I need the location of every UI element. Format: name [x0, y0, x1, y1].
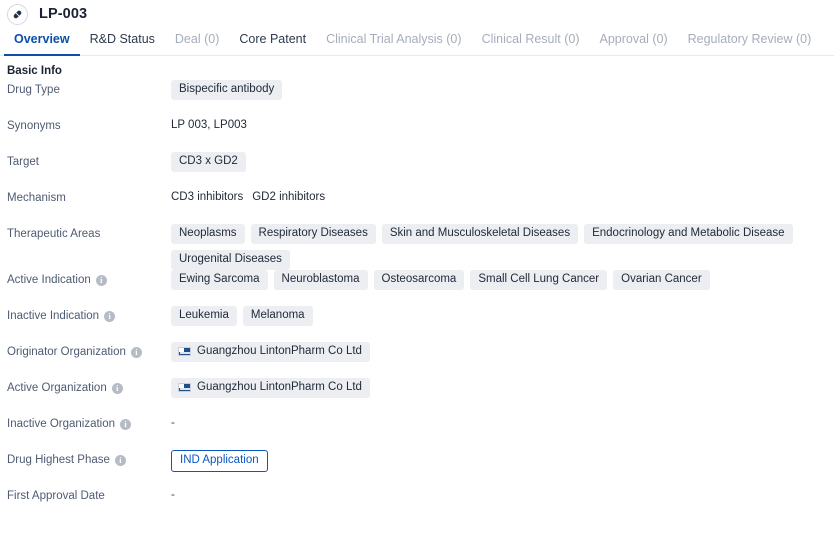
tag-therapeutic-area[interactable]: Neoplasms: [171, 224, 245, 244]
row-drug-highest-phase: Drug Highest Phase i IND Application: [0, 450, 834, 486]
value-active-indication: Ewing Sarcoma Neuroblastoma Osteosarcoma…: [171, 270, 834, 290]
label-text: Inactive Organization: [7, 418, 116, 430]
section-title-basic-info: Basic Info: [7, 65, 62, 77]
label-text: Active Organization: [7, 382, 107, 394]
label-text: First Approval Date: [7, 490, 105, 502]
label-therapeutic-areas: Therapeutic Areas: [7, 224, 171, 241]
tag-active-indication[interactable]: Neuroblastoma: [273, 270, 368, 290]
tab-approval[interactable]: Approval (0): [590, 28, 678, 55]
inactive-organization-text: -: [171, 417, 175, 429]
row-inactive-indication: Inactive Indication i Leukemia Melanoma: [0, 306, 834, 342]
info-icon[interactable]: i: [104, 310, 116, 322]
value-therapeutic-areas: Neoplasms Respiratory Diseases Skin and …: [171, 224, 834, 270]
row-drug-type: Drug Type Bispecific antibody: [0, 80, 834, 116]
tag-active-indication[interactable]: Osteosarcoma: [373, 270, 465, 290]
row-therapeutic-areas: Therapeutic Areas Neoplasms Respiratory …: [0, 224, 834, 270]
value-inactive-indication: Leukemia Melanoma: [171, 306, 834, 326]
value-active-organization: Guangzhou LintonPharm Co Ltd: [171, 378, 834, 398]
row-target: Target CD3 x GD2: [0, 152, 834, 188]
label-text: Synonyms: [7, 120, 61, 132]
tag-therapeutic-area[interactable]: Skin and Musculoskeletal Diseases: [381, 224, 579, 244]
mechanism-list: CD3 inhibitors GD2 inhibitors: [171, 189, 325, 205]
status-badge-ind-application[interactable]: IND Application: [171, 450, 268, 472]
tag-therapeutic-area[interactable]: Endocrinology and Metabolic Disease: [584, 224, 793, 244]
tab-clinical-trial-analysis[interactable]: Clinical Trial Analysis (0): [316, 28, 471, 55]
tab-regulatory-review[interactable]: Regulatory Review (0): [678, 28, 822, 55]
label-text: Target: [7, 156, 39, 168]
label-target: Target: [7, 152, 171, 169]
label-active-organization: Active Organization i: [7, 378, 171, 395]
label-text: Drug Type: [7, 84, 60, 96]
value-mechanism: CD3 inhibitors GD2 inhibitors: [171, 188, 834, 206]
label-active-indication: Active Indication i: [7, 270, 171, 287]
row-mechanism: Mechanism CD3 inhibitors GD2 inhibitors: [0, 188, 834, 224]
tag-inactive-indication[interactable]: Melanoma: [242, 306, 313, 326]
page-title: LP-003: [39, 6, 88, 22]
tag-active-organization[interactable]: Guangzhou LintonPharm Co Ltd: [171, 378, 370, 398]
label-drug-highest-phase: Drug Highest Phase i: [7, 450, 171, 467]
info-icon[interactable]: i: [130, 346, 142, 358]
overview-content: Basic Info Drug Type Bispecific antibody…: [0, 56, 834, 522]
tab-overview[interactable]: Overview: [4, 28, 80, 56]
row-active-organization: Active Organization i Guangzhou LintonPh…: [0, 378, 834, 414]
pill-capsule-icon: [7, 3, 28, 25]
label-inactive-indication: Inactive Indication i: [7, 306, 171, 323]
tag-inactive-indication[interactable]: Leukemia: [171, 306, 237, 326]
tab-core-patent[interactable]: Core Patent: [229, 28, 316, 55]
tag-active-indication[interactable]: Ewing Sarcoma: [171, 270, 268, 290]
mechanism-item[interactable]: GD2 inhibitors: [252, 189, 325, 205]
row-first-approval-date: First Approval Date -: [0, 486, 834, 522]
label-first-approval-date: First Approval Date: [7, 486, 171, 503]
value-originator-organization: Guangzhou LintonPharm Co Ltd: [171, 342, 834, 362]
info-icon[interactable]: i: [95, 274, 107, 286]
organization-name: Guangzhou LintonPharm Co Ltd: [197, 381, 362, 393]
value-target: CD3 x GD2: [171, 152, 834, 172]
tag-active-indication[interactable]: Small Cell Lung Cancer: [470, 270, 608, 290]
first-approval-date-text: -: [171, 489, 175, 501]
info-icon[interactable]: i: [120, 418, 132, 430]
china-flag-icon: [178, 383, 191, 392]
label-text: Mechanism: [7, 192, 66, 204]
value-synonyms: LP 003, LP003: [171, 116, 834, 134]
tab-bar: Overview R&D Status Deal (0) Core Patent…: [0, 28, 834, 56]
label-text: Drug Highest Phase: [7, 454, 110, 466]
tab-deal[interactable]: Deal (0): [165, 28, 229, 55]
tag-therapeutic-area[interactable]: Urogenital Diseases: [171, 250, 290, 270]
info-icon[interactable]: i: [114, 454, 126, 466]
synonyms-text: LP 003, LP003: [171, 119, 247, 131]
label-synonyms: Synonyms: [7, 116, 171, 133]
tag-target[interactable]: CD3 x GD2: [171, 152, 246, 172]
page-header: LP-003: [0, 0, 834, 28]
row-originator-organization: Originator Organization i Guangzhou Lint…: [0, 342, 834, 378]
label-inactive-organization: Inactive Organization i: [7, 414, 171, 431]
row-synonyms: Synonyms LP 003, LP003: [0, 116, 834, 152]
row-active-indication: Active Indication i Ewing Sarcoma Neurob…: [0, 270, 834, 306]
china-flag-icon: [178, 347, 191, 356]
label-text: Originator Organization: [7, 346, 126, 358]
tag-originator-organization[interactable]: Guangzhou LintonPharm Co Ltd: [171, 342, 370, 362]
organization-name: Guangzhou LintonPharm Co Ltd: [197, 345, 362, 357]
label-text: Inactive Indication: [7, 310, 100, 322]
tab-rd-status[interactable]: R&D Status: [80, 28, 165, 55]
tab-clinical-result[interactable]: Clinical Result (0): [472, 28, 590, 55]
value-inactive-organization: -: [171, 414, 834, 432]
mechanism-item[interactable]: CD3 inhibitors: [171, 189, 243, 205]
row-inactive-organization: Inactive Organization i -: [0, 414, 834, 450]
value-drug-type: Bispecific antibody: [171, 80, 834, 100]
value-first-approval-date: -: [171, 486, 834, 504]
label-mechanism: Mechanism: [7, 188, 171, 205]
tag-active-indication[interactable]: Ovarian Cancer: [613, 270, 710, 290]
tag-drug-type[interactable]: Bispecific antibody: [171, 80, 283, 100]
label-text: Active Indication: [7, 274, 91, 286]
value-drug-highest-phase: IND Application: [171, 450, 834, 472]
label-originator-organization: Originator Organization i: [7, 342, 171, 359]
label-text: Therapeutic Areas: [7, 228, 101, 240]
label-drug-type: Drug Type: [7, 80, 171, 97]
tag-therapeutic-area[interactable]: Respiratory Diseases: [250, 224, 376, 244]
info-icon[interactable]: i: [111, 382, 123, 394]
